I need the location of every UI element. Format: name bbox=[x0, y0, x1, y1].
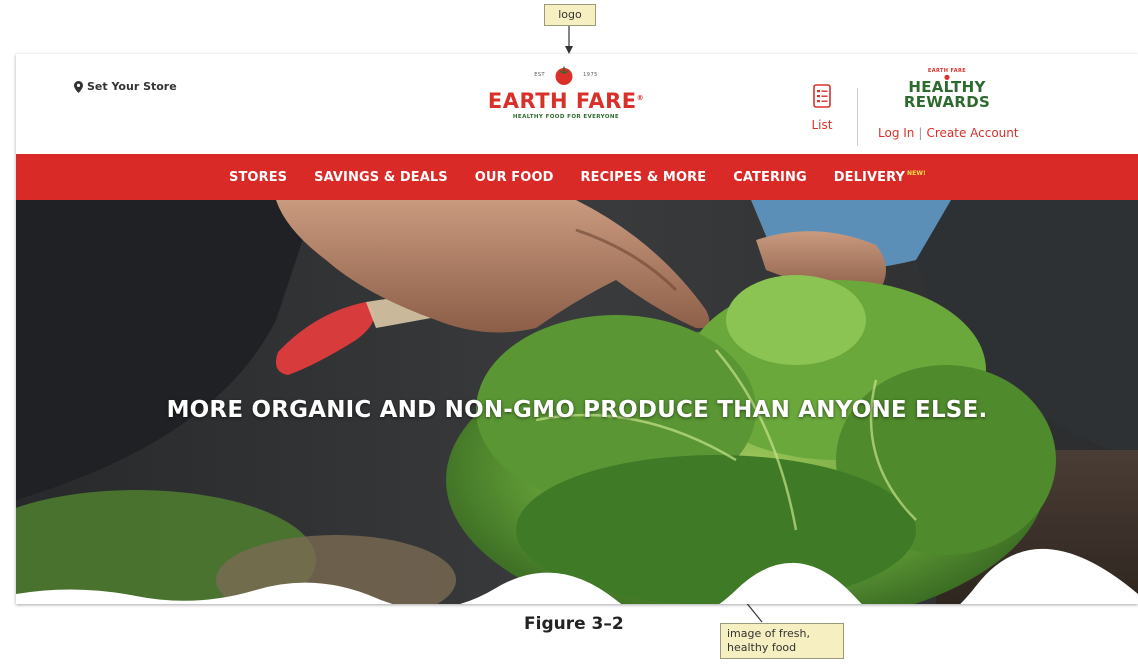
logo-callout-text: logo bbox=[558, 8, 582, 21]
rewards-line2: REWARDS bbox=[903, 93, 991, 111]
list-document-icon bbox=[813, 84, 831, 108]
map-pin-icon bbox=[74, 80, 83, 93]
list-label: List bbox=[811, 118, 833, 132]
logo-name: EARTH FARE® bbox=[487, 89, 645, 113]
image-callout-line1: image of fresh, bbox=[727, 627, 810, 640]
nav-items: STORES SAVINGS & DEALS OUR FOOD RECIPES … bbox=[229, 154, 926, 200]
main-nav: STORES SAVINGS & DEALS OUR FOOD RECIPES … bbox=[16, 154, 1138, 200]
earth-fare-logo[interactable]: EST 1975 EARTH FARE® HEALTHY FOOD FOR EV… bbox=[476, 64, 656, 134]
nav-item-catering[interactable]: CATERING bbox=[733, 170, 807, 185]
list-link[interactable]: List bbox=[807, 84, 837, 132]
set-store-label: Set Your Store bbox=[87, 80, 177, 93]
logo-name-text: EARTH FARE bbox=[487, 89, 637, 113]
site-header: Set Your Store EST 1975 EARTH FARE® HEAL… bbox=[16, 54, 1138, 154]
image-callout: image of fresh, healthy food bbox=[720, 623, 844, 659]
create-account-link[interactable]: Create Account bbox=[926, 126, 1018, 140]
website-screenshot: Set Your Store EST 1975 EARTH FARE® HEAL… bbox=[16, 54, 1138, 604]
account-separator: | bbox=[918, 126, 923, 140]
nav-item-delivery[interactable]: DELIVERY NEW! bbox=[834, 170, 926, 185]
logo-mark-row: EST 1975 bbox=[476, 64, 656, 86]
hero-headline: MORE ORGANIC AND NON-GMO PRODUCE THAN AN… bbox=[166, 397, 988, 423]
nav-item-recipes-more[interactable]: RECIPES & MORE bbox=[580, 170, 706, 185]
nav-item-our-food[interactable]: OUR FOOD bbox=[475, 170, 554, 185]
rewards-brand-text: EARTH FARE bbox=[927, 68, 967, 74]
nav-item-delivery-label: DELIVERY bbox=[833, 169, 905, 185]
login-link[interactable]: Log In bbox=[878, 126, 914, 140]
nav-item-savings-deals[interactable]: SAVINGS & DEALS bbox=[314, 170, 448, 185]
hero-banner[interactable]: MORE ORGANIC AND NON-GMO PRODUCE THAN AN… bbox=[16, 200, 1138, 604]
logo-callout: logo bbox=[544, 4, 596, 26]
image-callout-line2: healthy food bbox=[727, 641, 797, 654]
healthy-rewards-logo[interactable]: EARTH FARE HEALTHY REWARDS bbox=[872, 68, 1022, 110]
figure-caption: Figure 3–2 bbox=[524, 614, 624, 634]
logo-est-left: EST bbox=[534, 72, 546, 78]
nav-item-stores[interactable]: STORES bbox=[229, 170, 287, 185]
logo-tagline: HEALTHY FOOD FOR EVERYONE bbox=[512, 114, 620, 120]
tomato-icon bbox=[555, 66, 573, 85]
figure-stage: logo Set Your Store EST 1975 EARTH FARE®… bbox=[0, 0, 1138, 669]
new-badge: NEW! bbox=[907, 170, 926, 178]
logo-est-right: 1975 bbox=[583, 72, 598, 78]
account-links: Log In | Create Account bbox=[878, 126, 1019, 140]
set-store-link[interactable]: Set Your Store bbox=[74, 80, 177, 93]
header-divider bbox=[857, 88, 858, 146]
